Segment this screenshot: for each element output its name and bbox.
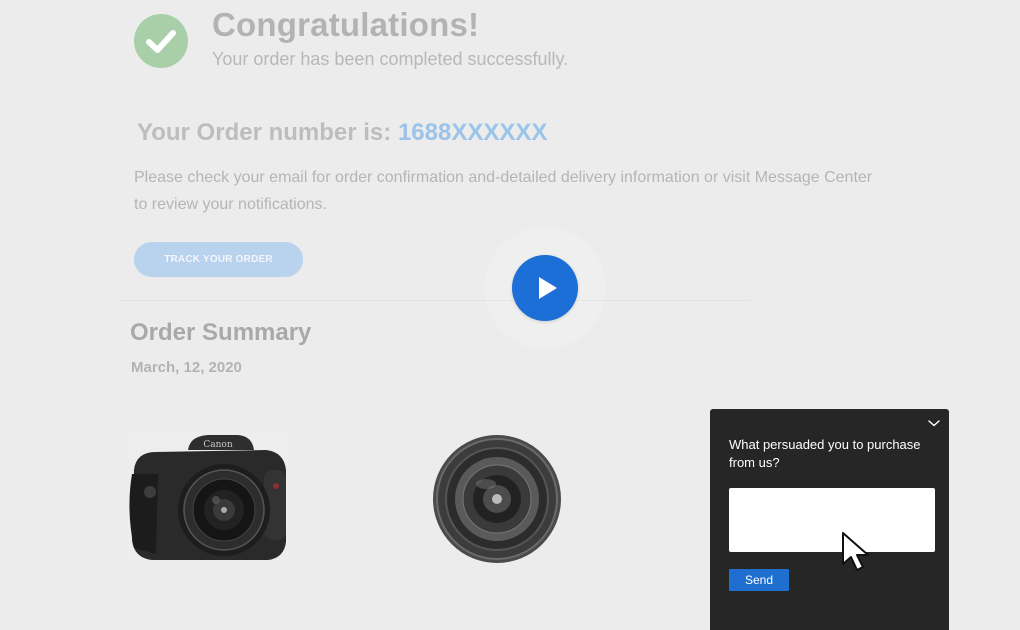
order-number-label: Your Order number is: xyxy=(137,119,392,146)
success-check-icon xyxy=(134,14,188,68)
svg-text:Canon: Canon xyxy=(203,440,232,450)
camera-icon: Canon xyxy=(128,430,290,566)
congratulations-heading: Congratulations! xyxy=(212,6,480,43)
play-button[interactable] xyxy=(512,255,578,321)
order-date: March, 12, 2020 xyxy=(131,359,242,376)
order-confirmation-page: Congratulations! Your order has been com… xyxy=(0,0,1020,630)
survey-question: What persuaded you to purchase from us? xyxy=(729,437,921,470)
lens-icon xyxy=(433,435,561,563)
order-number-value: 1688XXXXXX xyxy=(397,119,548,146)
feedback-survey-panel: What persuaded you to purchase from us? … xyxy=(710,409,949,630)
order-complete-message: Your order has been completed successful… xyxy=(212,49,569,69)
collapse-survey-button[interactable] xyxy=(927,415,941,427)
product-image-lens xyxy=(430,432,564,571)
product-image-camera: Canon xyxy=(128,430,290,571)
survey-answer-input[interactable] xyxy=(729,488,935,552)
mouse-cursor-icon xyxy=(841,531,875,578)
play-icon xyxy=(539,277,557,299)
order-summary-title: Order Summary xyxy=(130,319,312,346)
send-button[interactable]: Send xyxy=(729,569,789,591)
track-order-button[interactable]: TRACK YOUR ORDER xyxy=(134,242,303,277)
section-divider xyxy=(120,300,750,301)
chevron-down-icon xyxy=(928,420,940,427)
order-number-heading: Your Order number is: 1688XXXXXX xyxy=(137,119,547,147)
order-info-text: Please check your email for order confir… xyxy=(134,169,873,213)
